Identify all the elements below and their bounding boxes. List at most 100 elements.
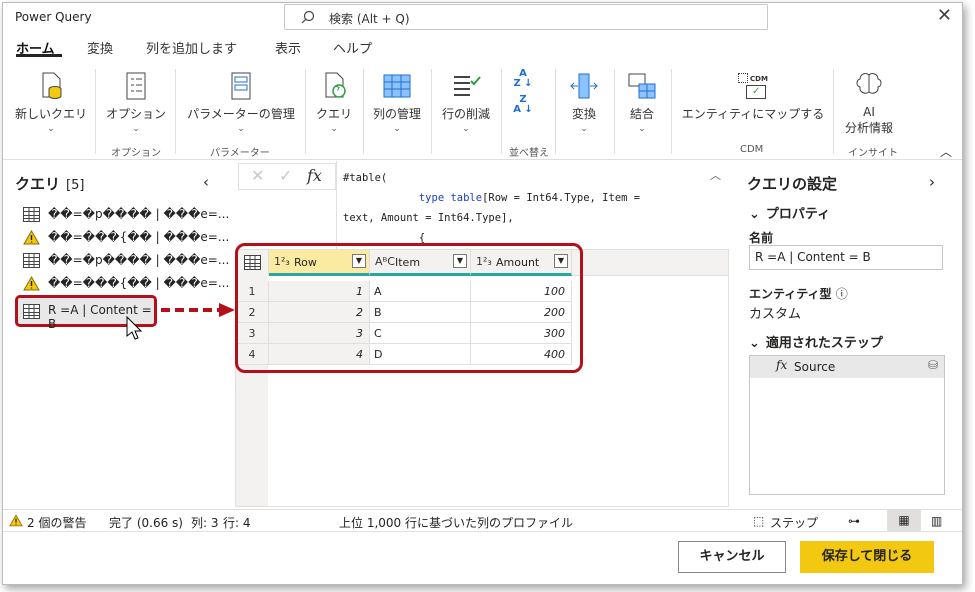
query-item[interactable]: ��=���{�� | ���e=...	[23, 228, 229, 248]
ribbon: 新しいクエリ ⌄ オプション ⌄ オプション パラメーターの管理 ⌄ パラメータ…	[3, 63, 962, 160]
columns-icon	[383, 74, 411, 98]
options-label: オプション	[105, 107, 166, 121]
ribbon-separator	[501, 69, 502, 154]
query-name: ��=�p���� | ���e=...	[48, 253, 230, 267]
ribbon-separator	[431, 69, 432, 154]
query-settings-panel: クエリの設定 › ⌄ プロパティ 名前 R =A | Content = B エン…	[737, 161, 962, 509]
app-title: Power Query	[15, 10, 92, 24]
chevron-down-icon: ⌄	[330, 124, 338, 134]
settings-title: クエリの設定	[747, 175, 838, 193]
manage-parameters-button[interactable]: パラメーターの管理 ⌄	[183, 71, 299, 134]
close-icon[interactable]: ✕	[937, 5, 952, 26]
queries-title: クエリ [5]	[15, 175, 85, 193]
reduce-rows-icon	[454, 76, 481, 96]
sort-descending-button[interactable]: ZA ↓	[508, 95, 538, 115]
options-icon	[126, 72, 146, 100]
active-tab-indicator	[16, 54, 62, 57]
combine-button[interactable]: 結合 ⌄	[619, 71, 665, 134]
transform-button[interactable]: 変換 ⌄	[561, 71, 607, 134]
search-icon	[301, 10, 315, 24]
tab-help[interactable]: ヘルプ	[333, 38, 372, 57]
step-name: Source	[794, 360, 836, 374]
brain-icon	[856, 73, 882, 94]
dialog-footer: キャンセル 保存して閉じる	[3, 531, 962, 584]
status-done: 完了 (0.66 s)	[109, 516, 183, 530]
formula-text[interactable]: #table( type table[Row = Int64.Type, Ite…	[343, 168, 640, 248]
cancel-formula-icon[interactable]: ✕	[251, 166, 264, 185]
ribbon-separator	[833, 69, 834, 154]
mouse-cursor-icon	[126, 315, 143, 340]
ai-label-line2: 分析情報	[844, 121, 893, 135]
cdm-badge: CDM	[750, 75, 768, 83]
table-icon	[23, 253, 40, 268]
properties-section[interactable]: ⌄ プロパティ	[749, 203, 830, 222]
group-label-insight: インサイト	[848, 148, 898, 159]
name-label: 名前	[749, 231, 774, 245]
sort-ascending-button[interactable]: AZ ↓	[508, 69, 538, 89]
save-and-close-button[interactable]: 保存して閉じる	[800, 541, 934, 573]
table-icon	[23, 207, 40, 222]
tab-view[interactable]: 表示	[275, 38, 301, 57]
search-box[interactable]: 検索 (Alt + Q)	[284, 4, 768, 30]
chevron-down-icon: ⌄	[638, 124, 646, 134]
query-label: クエリ	[315, 107, 352, 121]
confirm-formula-icon[interactable]: ✓	[279, 166, 292, 185]
map-to-entity-label: エンティティにマップする	[681, 107, 825, 121]
collapse-ribbon-icon[interactable]: ︿	[940, 143, 952, 160]
grid-view-icon[interactable]: ▦	[887, 510, 921, 532]
step-settings-icon[interactable]: ⛁	[928, 358, 938, 372]
chevron-down-icon: ⌄	[132, 124, 140, 134]
ribbon-separator	[555, 69, 556, 154]
ribbon-separator	[671, 69, 672, 154]
combine-label: 結合	[629, 107, 654, 121]
formula-buttons: ✕ ✓ fx	[238, 163, 336, 190]
group-label-cdm: CDM	[740, 144, 764, 155]
chevron-down-icon: ⌄	[462, 124, 470, 134]
warning-icon	[23, 276, 40, 291]
entity-type-value: カスタム	[749, 307, 802, 322]
chevron-down-icon: ⌄	[749, 336, 760, 351]
chevron-down-icon: ⌄	[237, 124, 245, 134]
reduce-rows-button[interactable]: 行の削減 ⌄	[435, 71, 497, 134]
ribbon-separator	[614, 69, 615, 154]
transform-label: 変換	[571, 107, 596, 121]
diagram-view-icon[interactable]: ⊶	[848, 514, 860, 528]
map-to-entity-button[interactable]: CDM ✓ エンティティにマップする	[678, 71, 828, 122]
query-name: ��=���{�� | ���e=...	[48, 230, 230, 244]
formula-bar: ✕ ✓ fx #table( type table[Row = Int64.Ty…	[235, 161, 729, 249]
transform-icon	[570, 73, 598, 99]
ai-insights-button[interactable]: AI 分析情報	[839, 71, 899, 136]
manage-parameters-label: パラメーターの管理	[187, 107, 295, 121]
query-item[interactable]: ��=�p���� | ���e=...	[23, 251, 229, 271]
chevron-down-icon: ⌄	[393, 124, 401, 134]
info-icon[interactable]: ⓘ	[836, 287, 848, 301]
fx-icon: fx	[307, 166, 322, 185]
applied-steps-list: fx Source ⛁	[749, 355, 945, 495]
step-view-icon[interactable]: ⬚	[753, 514, 764, 528]
schema-view-icon[interactable]: ▥	[931, 514, 942, 528]
group-label-options: オプション	[111, 148, 161, 159]
table-icon	[23, 304, 40, 319]
tab-add-column[interactable]: 列を追加します	[146, 38, 237, 57]
query-button[interactable]: クエリ ⌄	[309, 71, 359, 134]
step-source[interactable]: fx Source ⛁	[750, 356, 944, 378]
manage-columns-button[interactable]: 列の管理 ⌄	[367, 71, 427, 134]
tab-transform[interactable]: 変換	[87, 38, 113, 57]
query-item[interactable]: ��=���{�� | ���e=...	[23, 274, 229, 294]
warnings-count[interactable]: 2 個の警告	[27, 514, 86, 531]
options-button[interactable]: オプション ⌄	[101, 71, 171, 134]
chevron-down-icon: ⌄	[580, 124, 588, 134]
collapse-panel-icon[interactable]: ‹	[203, 173, 209, 191]
applied-steps-section[interactable]: ⌄ 適用されたステップ	[749, 332, 883, 351]
group-label-params: パラメーター	[210, 148, 270, 159]
collapse-settings-icon[interactable]: ›	[929, 173, 935, 191]
search-placeholder: 検索 (Alt + Q)	[329, 12, 410, 26]
query-item[interactable]: ��=�p���� | ���e=...	[23, 205, 229, 225]
expand-formula-icon[interactable]: ︿	[710, 167, 721, 183]
ribbon-separator	[175, 69, 176, 154]
step-view-label[interactable]: ステップ	[770, 514, 818, 531]
new-query-button[interactable]: 新しいクエリ ⌄	[9, 71, 93, 134]
new-query-label: 新しいクエリ	[14, 107, 87, 121]
query-name-input[interactable]: R =A | Content = B	[749, 245, 943, 270]
cancel-button[interactable]: キャンセル	[678, 541, 786, 573]
